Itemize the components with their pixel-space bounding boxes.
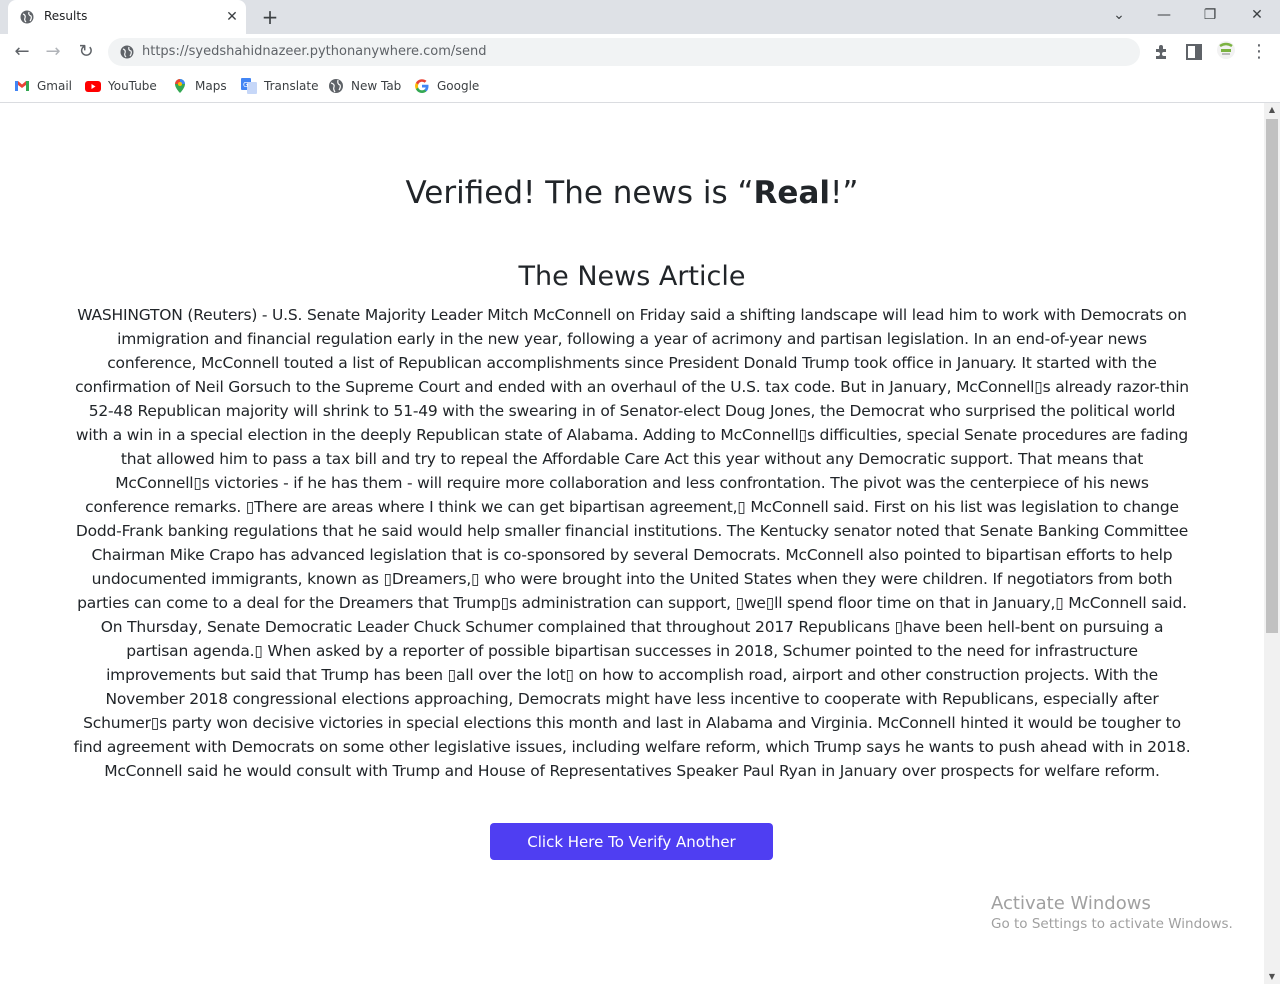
verdict-heading: Verified! The news is “Real!” bbox=[0, 175, 1264, 211]
watermark-title: Activate Windows bbox=[991, 893, 1151, 914]
verify-another-article-button[interactable]: Click Here To Verify Another Article< bbox=[490, 823, 773, 888]
menu-dots-icon[interactable]: ⋮ bbox=[1247, 40, 1271, 64]
profile-avatar-icon[interactable] bbox=[1216, 40, 1236, 60]
verdict-value: Real bbox=[753, 175, 830, 211]
back-icon[interactable]: ← bbox=[10, 40, 34, 64]
window-close-icon[interactable]: ✕ bbox=[1243, 4, 1271, 26]
translate-icon: G bbox=[241, 78, 257, 94]
reload-icon[interactable]: ↻ bbox=[74, 40, 98, 64]
verdict-prefix: Verified! The news is “ bbox=[405, 175, 754, 211]
svg-text:G: G bbox=[243, 81, 248, 89]
bookmark-google[interactable]: Google bbox=[414, 76, 479, 96]
tab-strip: Results ✕ + ⌄ — ❐ ✕ bbox=[0, 0, 1280, 34]
watermark-subtitle: Go to Settings to activate Windows. bbox=[991, 916, 1233, 932]
page-scrollbar[interactable]: ▲ ▼ bbox=[1264, 103, 1280, 984]
youtube-icon bbox=[85, 81, 101, 92]
site-info-icon[interactable] bbox=[120, 45, 134, 59]
close-icon[interactable]: ✕ bbox=[223, 8, 241, 26]
bookmark-label: Maps bbox=[195, 79, 227, 93]
browser-toolbar: ← → ↻ https://syedshahidnazeer.pythonany… bbox=[0, 34, 1280, 70]
scroll-up-arrow-icon[interactable]: ▲ bbox=[1264, 103, 1280, 117]
bookmark-translate[interactable]: G Translate bbox=[241, 76, 319, 96]
bookmark-label: Translate bbox=[264, 79, 319, 93]
tab-results[interactable]: Results ✕ bbox=[8, 0, 246, 34]
bookmark-youtube[interactable]: YouTube bbox=[85, 76, 157, 96]
verdict-suffix: !” bbox=[830, 175, 859, 211]
bookmark-maps[interactable]: Maps bbox=[172, 76, 227, 96]
activate-windows-watermark: Activate Windows Go to Settings to activ… bbox=[991, 893, 1233, 932]
bookmark-label: Gmail bbox=[37, 79, 73, 93]
extensions-icon[interactable] bbox=[1152, 42, 1172, 62]
bookmarks-bar: Gmail YouTube Maps G Translate New Tab G… bbox=[0, 70, 1280, 103]
scroll-thumb[interactable] bbox=[1266, 119, 1278, 633]
article-text: WASHINGTON (Reuters) - U.S. Senate Major… bbox=[73, 306, 1191, 780]
minimize-icon[interactable]: — bbox=[1150, 4, 1178, 26]
bookmark-new-tab[interactable]: New Tab bbox=[328, 76, 401, 96]
page-content: Verified! The news is “Real!” The News A… bbox=[0, 103, 1264, 984]
bookmark-label: New Tab bbox=[351, 79, 402, 93]
globe-icon bbox=[20, 10, 34, 24]
url-text: https://syedshahidnazeer.pythonanywhere.… bbox=[142, 44, 487, 59]
bookmark-gmail[interactable]: Gmail bbox=[14, 76, 72, 96]
scroll-down-arrow-icon[interactable]: ▼ bbox=[1264, 970, 1280, 984]
bookmark-label: Google bbox=[437, 79, 480, 93]
chevron-down-icon[interactable]: ⌄ bbox=[1105, 4, 1133, 26]
gmail-icon bbox=[15, 81, 29, 91]
google-icon bbox=[415, 79, 429, 93]
article-heading: The News Article bbox=[518, 261, 746, 292]
bookmark-label: YouTube bbox=[108, 79, 157, 93]
side-panel-icon[interactable] bbox=[1184, 42, 1204, 62]
address-bar[interactable]: https://syedshahidnazeer.pythonanywhere.… bbox=[108, 38, 1140, 66]
forward-icon[interactable]: → bbox=[41, 40, 65, 64]
tab-title: Results bbox=[44, 9, 88, 23]
maps-icon bbox=[175, 79, 185, 93]
restore-icon[interactable]: ❐ bbox=[1196, 4, 1224, 26]
globe-icon bbox=[329, 79, 343, 93]
new-tab-button[interactable]: + bbox=[258, 6, 282, 28]
